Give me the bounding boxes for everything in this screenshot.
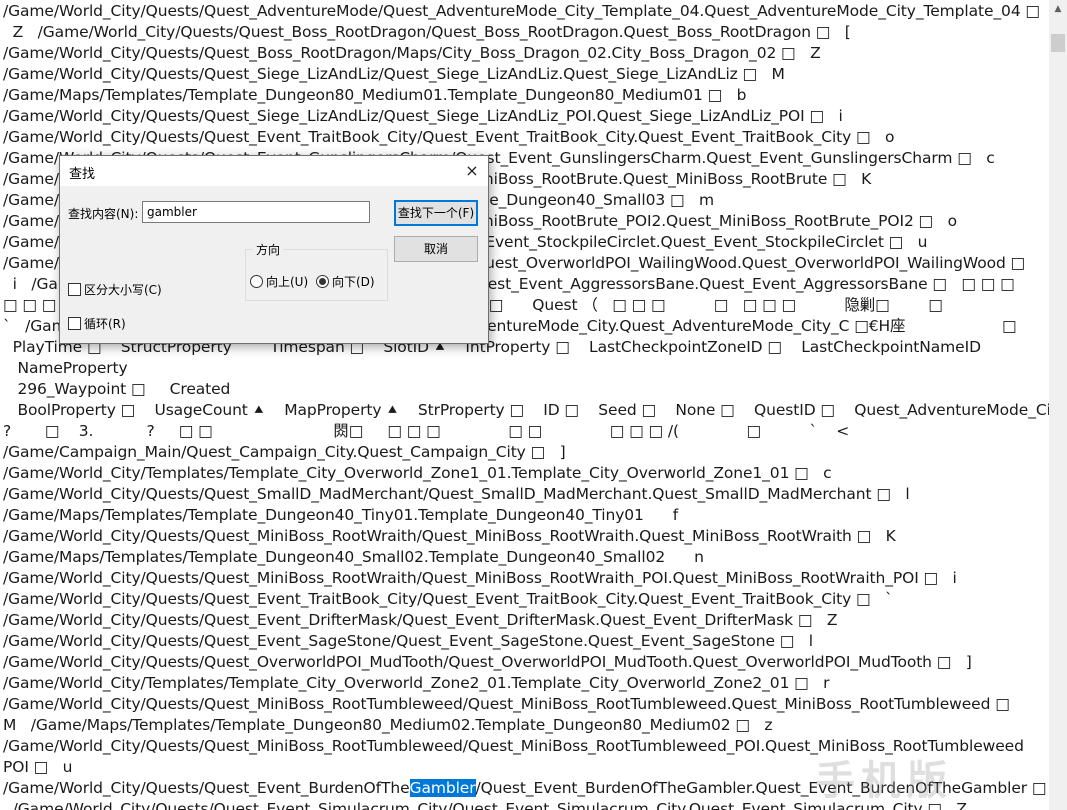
match-suffix: /Quest_Event_BurdenOfTheGambler.Quest_Ev… <box>475 779 1047 797</box>
match-prefix: /Game/World_City/Quests/Quest_Event_Burd… <box>3 779 410 797</box>
wrap-around-checkbox[interactable]: 循环(R) <box>68 315 126 332</box>
direction-down-label: 向下(D) <box>332 275 375 289</box>
text-line[interactable]: /Game/World_City/Templates/Template_City… <box>3 463 832 484</box>
dialog-titlebar: 查找 × <box>60 156 488 186</box>
text-line[interactable]: ? □ 3. ? □ □ 閦□ □ □ □ □ □ □ □ □ /( □ ` < <box>3 421 849 442</box>
direction-down-radio[interactable]: 向下(D) <box>316 273 375 290</box>
radio-checked-icon <box>316 275 329 288</box>
text-line[interactable]: /Game/World_City/Quests/Quest_Siege_LizA… <box>3 106 843 127</box>
checkbox-unchecked-icon <box>68 317 81 330</box>
text-line[interactable]: /Game/World_City/Quests/Quest_OverworldP… <box>3 652 972 673</box>
text-line[interactable]: /Game/World_City/Quests/Quest_MiniBoss_R… <box>3 526 896 547</box>
direction-up-radio[interactable]: 向上(U) <box>250 273 308 290</box>
text-line[interactable]: M /Game/Maps/Templates/Template_Dungeon8… <box>3 715 773 736</box>
radio-unchecked-icon <box>250 275 263 288</box>
text-line[interactable]: /Game/World_City/Quests/Quest_Siege_LizA… <box>3 64 785 85</box>
text-line[interactable]: /Game/World_City/Quests/Quest_MiniBoss_R… <box>3 694 1010 715</box>
close-icon[interactable]: × <box>456 156 488 186</box>
text-line[interactable]: /Game/World_City/Quests/Quest_Event_Trai… <box>3 127 895 148</box>
text-line[interactable]: POI □ u <box>3 757 73 778</box>
text-line[interactable]: /Game/World_City/Quests/Quest_Event_Trai… <box>3 589 893 610</box>
text-line[interactable]: /Game/Maps/Templates/Template_Dungeon40_… <box>3 547 704 568</box>
text-line[interactable]: NameProperty <box>3 358 127 379</box>
wrap-around-label: 循环(R) <box>84 317 126 331</box>
direction-label: 方向 <box>253 241 284 258</box>
match-case-checkbox[interactable]: 区分大小写(C) <box>68 281 162 298</box>
text-line[interactable]: /Game/World_City/Quests/Quest_SmallD_Mad… <box>3 484 910 505</box>
text-line[interactable]: /Game/World_City/Quests/Quest_AdventureM… <box>3 1 1040 22</box>
find-next-button[interactable]: 查找下一个(F) <box>394 200 478 226</box>
text-line[interactable]: /Game/World_City/Quests/Quest_MiniBoss_R… <box>3 568 957 589</box>
search-match-highlight[interactable]: Gambler <box>409 779 476 797</box>
text-line[interactable]: /Game/World_City/Quests/Quest_Event_Sage… <box>3 631 813 652</box>
find-what-label: 查找内容(N): <box>68 207 139 221</box>
checkbox-unchecked-icon <box>68 283 81 296</box>
text-line[interactable]: /Game/Maps/Templates/Template_Dungeon80_… <box>3 85 746 106</box>
direction-up-label: 向上(U) <box>266 275 309 289</box>
vertical-scrollbar[interactable]: ▲ <box>1049 0 1067 810</box>
text-line[interactable]: /Game/World_City/Templates/Template_City… <box>3 673 830 694</box>
scrollbar-thumb[interactable] <box>1051 34 1065 52</box>
dialog-title: 查找 <box>69 167 96 182</box>
watermark-logo: 手机版 <box>815 758 953 804</box>
text-line[interactable]: /Game/Campaign_Main/Quest_Campaign_City.… <box>3 442 566 463</box>
text-line[interactable]: 296_Waypoint □ Created <box>3 379 230 400</box>
text-line[interactable]: /Game/World_City/Quests/Quest_Event_Drif… <box>3 610 837 631</box>
find-dialog: 查找 × 查找内容(N): 查找下一个(F) 取消 方向 向上(U) 向下(D)… <box>59 155 489 344</box>
find-what-input[interactable] <box>142 201 370 223</box>
scroll-up-arrow-icon[interactable]: ▲ <box>1049 0 1067 18</box>
text-line[interactable]: /Game/World_City/Quests/Quest_Boss_RootD… <box>3 43 821 64</box>
cancel-button[interactable]: 取消 <box>394 236 478 262</box>
text-line[interactable]: Z /Game/World_City/Quests/Quest_Boss_Roo… <box>3 22 851 43</box>
text-editor[interactable]: /Game/World_City/Quests/Quest_AdventureM… <box>0 0 1049 810</box>
match-case-label: 区分大小写(C) <box>84 283 162 297</box>
text-line[interactable]: BoolProperty □ UsageCount ⯅ MapProperty … <box>3 400 1049 421</box>
text-line[interactable]: /Game/Maps/Templates/Template_Dungeon40_… <box>3 505 678 526</box>
